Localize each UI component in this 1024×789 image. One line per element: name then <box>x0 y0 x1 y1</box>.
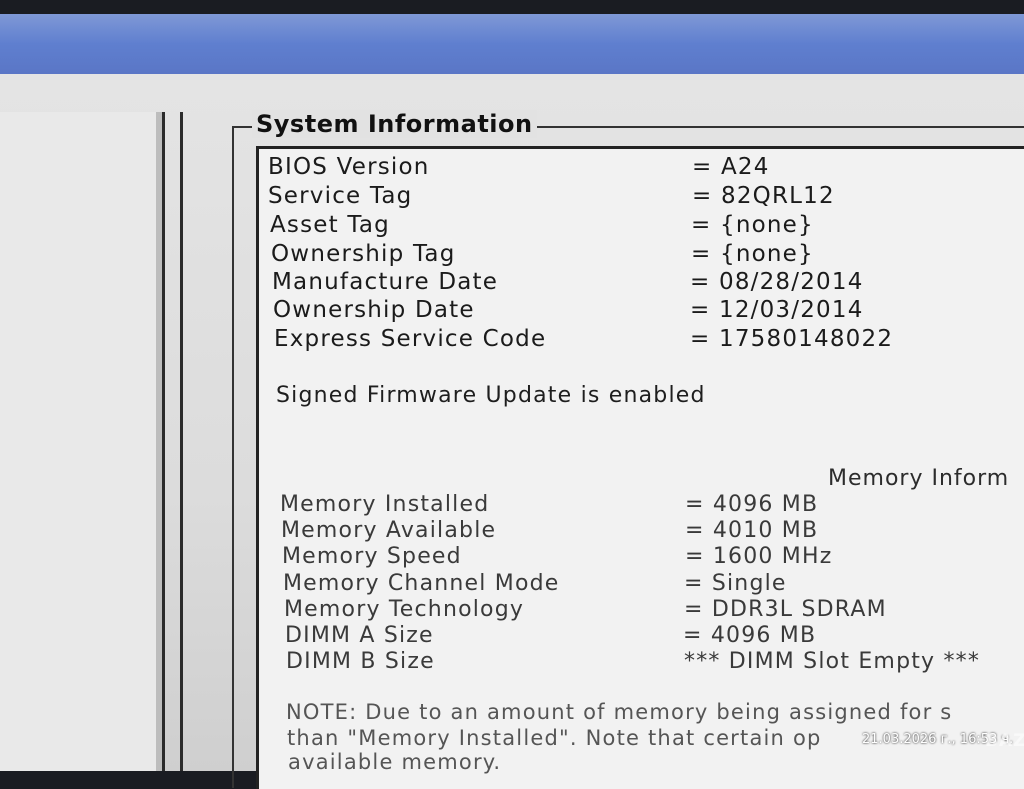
memory-label: DIMM B Size <box>286 649 435 674</box>
section-title: System Information <box>252 110 537 138</box>
brand-watermark: BAZAR <box>985 731 1024 751</box>
settings-tree-panel[interactable] <box>0 112 165 771</box>
info-label: Service Tag <box>268 183 413 209</box>
memory-value: = 1600 MHz <box>685 544 833 569</box>
memory-value: = 4010 MB <box>685 518 819 543</box>
memory-label: Memory Available <box>281 518 497 543</box>
memory-label: Memory Installed <box>280 492 490 517</box>
memory-label: Memory Speed <box>282 544 462 569</box>
info-label: BIOS Version <box>268 154 430 180</box>
memory-label: DIMM A Size <box>285 623 434 648</box>
memory-value: = 4096 MB <box>683 623 817 648</box>
memory-note-line-2: than "Memory Installed". Note that certa… <box>287 726 822 750</box>
memory-note-line-3: available memory. <box>288 750 502 774</box>
memory-value: = 4096 MB <box>685 492 819 517</box>
memory-information-heading: Memory Inform <box>828 466 1010 491</box>
info-value: = {none} <box>691 212 814 238</box>
firmware-update-status: Signed Firmware Update is enabled <box>276 383 706 408</box>
info-value: = 17580148022 <box>690 326 894 352</box>
memory-note-line-1: NOTE: Due to an amount of memory being a… <box>286 700 953 724</box>
info-value: = 08/28/2014 <box>690 269 864 295</box>
info-value: = 82QRL12 <box>692 183 835 209</box>
info-value: = 12/03/2014 <box>690 297 864 323</box>
memory-label: Memory Technology <box>284 597 525 622</box>
info-label: Ownership Date <box>273 297 475 323</box>
memory-value: = Single <box>684 571 787 596</box>
info-label: Express Service Code <box>274 326 547 352</box>
info-value: = {none} <box>691 241 814 267</box>
memory-value: = DDR3L SDRAM <box>684 597 887 622</box>
info-label: Ownership Tag <box>271 241 456 267</box>
info-label: Manufacture Date <box>272 269 499 295</box>
memory-label: Memory Channel Mode <box>283 571 560 596</box>
bios-title-bar <box>0 14 1024 74</box>
memory-value: *** DIMM Slot Empty *** <box>684 649 981 674</box>
info-value: = A24 <box>692 154 770 180</box>
info-label: Asset Tag <box>270 212 390 238</box>
settings-tree-panel-border <box>180 112 195 771</box>
